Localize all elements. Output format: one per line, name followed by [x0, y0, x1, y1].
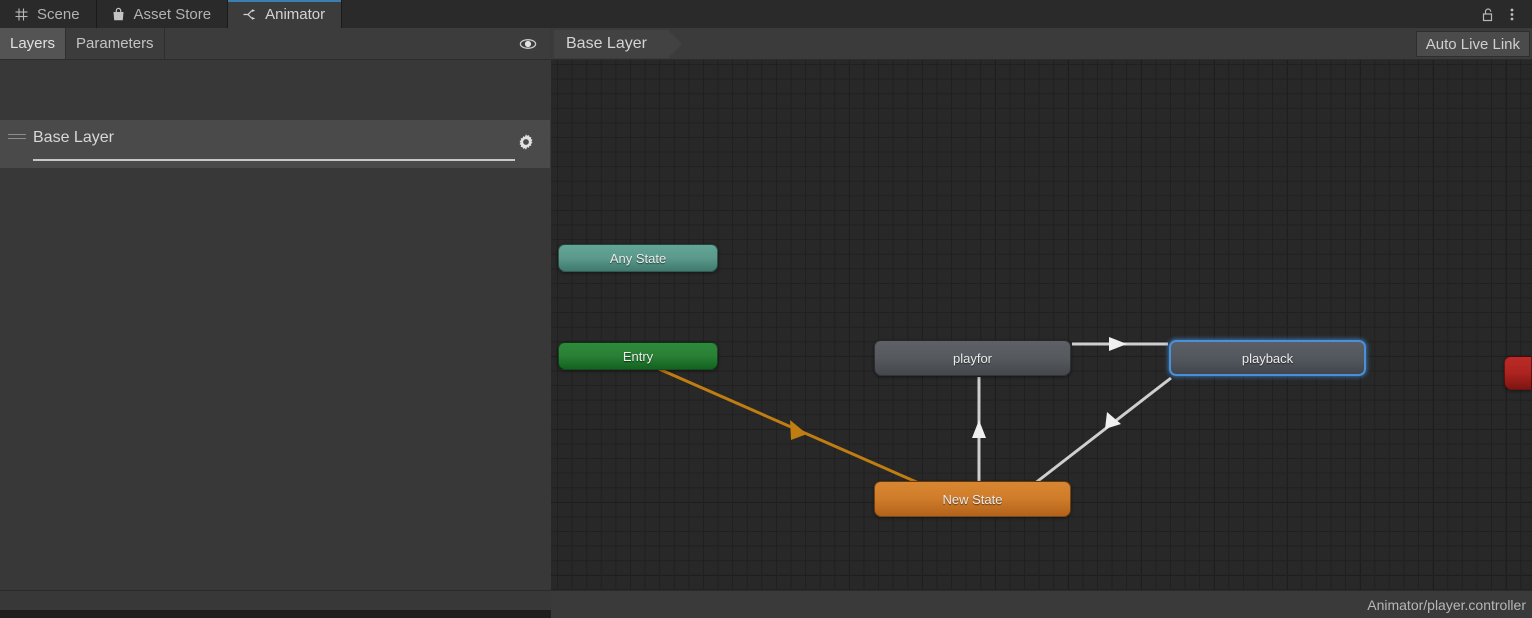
layers-panel: Layers Parameters Base Layer: [0, 28, 550, 610]
grid-icon: [14, 7, 29, 22]
state-node-entry-label: Entry: [622, 348, 654, 364]
left-panel-footer: [0, 590, 551, 610]
state-node-playback-label: playback: [1241, 350, 1294, 366]
state-node-playback[interactable]: playback: [1169, 340, 1366, 376]
panel-tab-layers-label: Layers: [10, 35, 56, 52]
breadcrumb-bar: Base Layer Auto Live Link: [551, 28, 1532, 60]
layer-name-label: Base Layer: [33, 129, 114, 146]
tab-animator-label: Animator: [265, 5, 326, 23]
transition-playfor-to-playback: [1072, 337, 1168, 351]
panel-toolbar-fill: [164, 28, 550, 59]
more-vertical-icon[interactable]: [1502, 4, 1522, 24]
tab-asset-store[interactable]: Asset Store: [96, 0, 229, 28]
graph-canvas[interactable]: Any State Entry playfor playback New Sta…: [551, 60, 1532, 590]
window-footer-strip: [0, 610, 551, 618]
state-node-exit[interactable]: [1504, 356, 1532, 390]
drag-handle-icon[interactable]: [8, 134, 26, 142]
tab-scene-label: Scene: [37, 5, 80, 23]
state-node-entry[interactable]: Entry: [558, 342, 718, 370]
animator-window: Scene Asset Store Animator Layers Parame…: [0, 0, 1532, 618]
animator-graph[interactable]: Base Layer Auto Live Link Any State Entr…: [551, 28, 1532, 590]
tab-bar-spacer: [342, 0, 1472, 28]
window-tab-bar: Scene Asset Store Animator: [0, 0, 1532, 28]
layer-row[interactable]: Base Layer: [0, 120, 550, 168]
state-node-any-state[interactable]: Any State: [558, 244, 718, 272]
layers-panel-toolbar: Layers Parameters: [0, 28, 550, 60]
transition-new-state-to-playfor: [972, 377, 986, 481]
layers-list: Base Layer: [0, 60, 550, 610]
status-bar: Animator/player.controller: [551, 590, 1532, 618]
eye-icon[interactable]: [517, 35, 539, 53]
breadcrumb-base-layer-label: Base Layer: [566, 35, 647, 52]
shopping-bag-icon: [111, 7, 126, 22]
lock-open-icon[interactable]: [1478, 4, 1498, 24]
window-controls: [1472, 0, 1532, 28]
asset-path-label: Animator/player.controller: [1367, 596, 1526, 613]
state-node-playfor-label: playfor: [952, 350, 993, 366]
state-node-new-state[interactable]: New State: [874, 481, 1071, 517]
tab-animator[interactable]: Animator: [228, 0, 343, 28]
layer-weight-bar[interactable]: [33, 159, 515, 161]
tab-scene[interactable]: Scene: [0, 0, 97, 28]
auto-live-link-button[interactable]: Auto Live Link: [1415, 31, 1530, 57]
state-node-new-state-label: New State: [942, 491, 1003, 507]
state-node-playfor[interactable]: playfor: [874, 340, 1071, 376]
panel-tab-parameters[interactable]: Parameters: [66, 28, 165, 59]
gear-icon[interactable]: [516, 132, 536, 152]
animator-branch-icon: [242, 7, 257, 22]
breadcrumb-base-layer[interactable]: Base Layer: [554, 30, 682, 58]
panel-tab-layers[interactable]: Layers: [0, 28, 67, 59]
state-node-any-state-label: Any State: [609, 250, 667, 266]
panel-tab-parameters-label: Parameters: [76, 35, 154, 52]
transition-new-state-to-playback: [1033, 376, 1172, 486]
transition-entry-to-new-state: [658, 367, 922, 486]
tab-asset-store-label: Asset Store: [133, 5, 212, 23]
auto-live-link-label: Auto Live Link: [1425, 35, 1520, 53]
